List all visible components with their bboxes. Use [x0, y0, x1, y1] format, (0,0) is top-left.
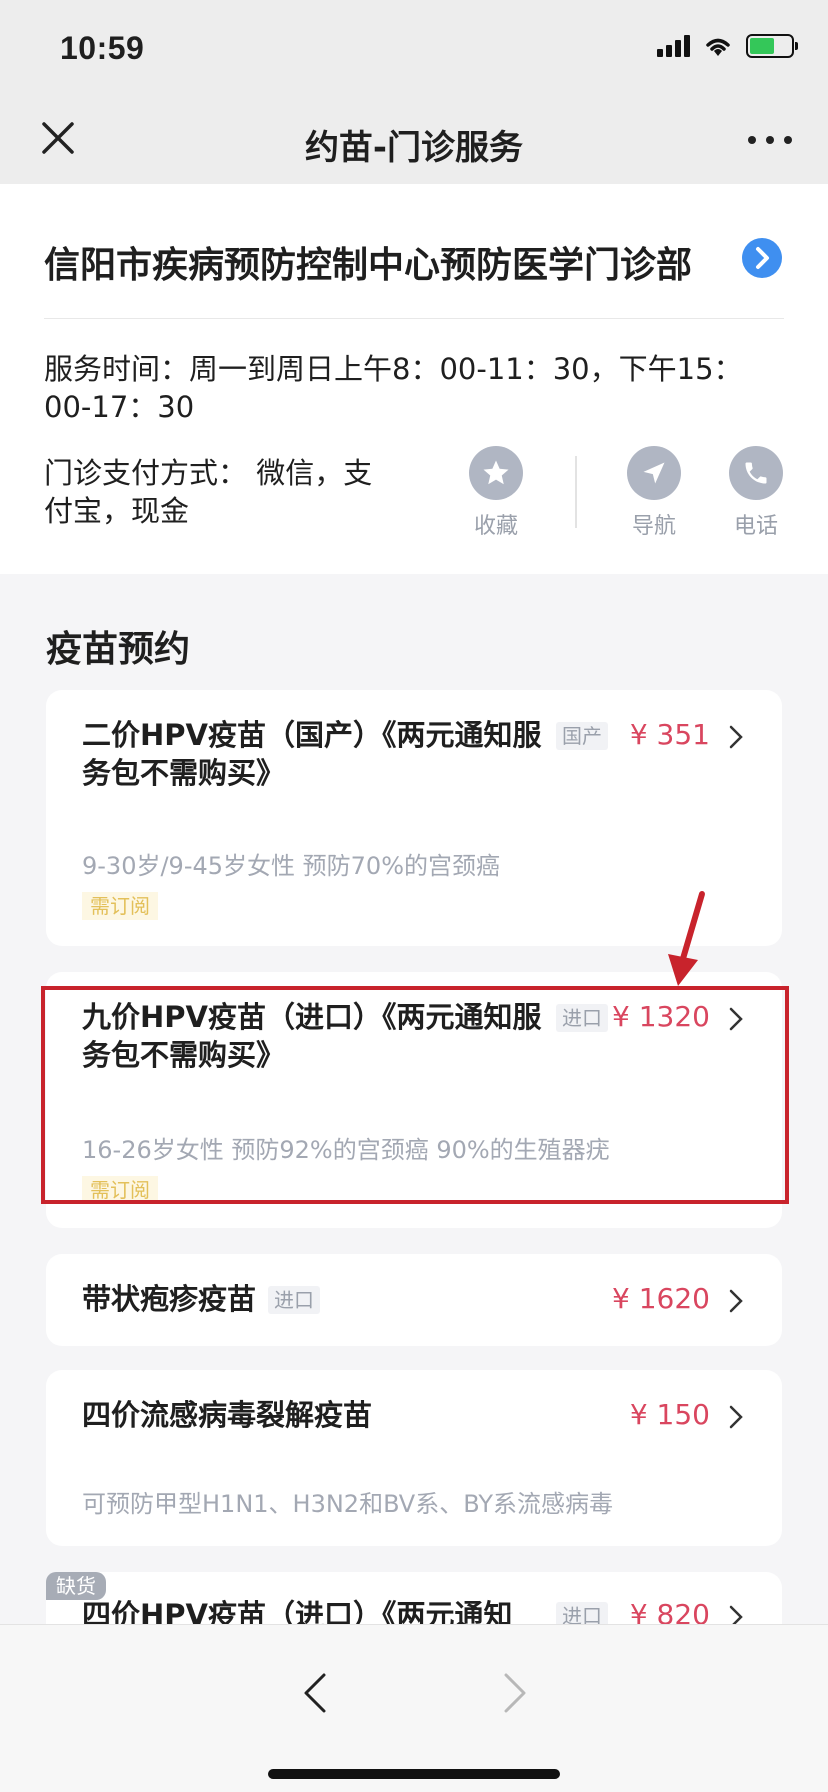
clinic-name[interactable]: 信阳市疾病预防控制中心预防医学门诊部	[44, 236, 692, 288]
chevron-right-icon	[729, 725, 743, 749]
highlight-box	[41, 986, 789, 1204]
vaccine-description: 可预防甲型H1N1、H3N2和BV系、BY系流感病毒	[82, 1490, 614, 1518]
out-of-stock-badge: 缺货	[46, 1572, 106, 1600]
nav-bar: 约苗-门诊服务	[0, 96, 828, 184]
vaccine-title: 二价HPV疫苗（国产）《两元通知服务包不需购买》	[82, 718, 542, 790]
subscribe-tag: 需订阅	[82, 892, 158, 920]
divider	[44, 318, 784, 319]
divider	[575, 456, 577, 528]
favorite-label: 收藏	[473, 514, 518, 539]
navigation-label: 导航	[631, 514, 676, 539]
vaccine-description: 9-30岁/9-45岁女性 预防70%的宫颈癌	[82, 852, 500, 880]
navigation-icon	[627, 446, 681, 500]
phone-button[interactable]: 电话	[716, 446, 796, 540]
status-bar: 10:59	[0, 0, 828, 96]
vaccine-card-flu[interactable]: 四价流感病毒裂解疫苗 ¥ 150 可预防甲型H1N1、H3N2和BV系、BY系流…	[46, 1370, 782, 1546]
origin-tag: 进口	[268, 1286, 320, 1314]
status-time: 10:59	[60, 30, 145, 66]
vaccine-card-shingles[interactable]: 带状疱疹疫苗 进口 ¥ 1620	[46, 1254, 782, 1346]
forward-arrow-icon[interactable]	[500, 1671, 530, 1715]
vaccine-title: 四价流感病毒裂解疫苗	[82, 1398, 373, 1432]
payment-methods: 门诊支付方式： 微信，支付宝，现金	[44, 456, 373, 528]
vaccine-price: ¥ 150	[629, 1398, 710, 1431]
red-arrow-annotation	[668, 891, 705, 986]
section-title: 疫苗预约	[46, 629, 191, 670]
clinic-info-card: 信阳市疾病预防控制中心预防医学门诊部 服务时间：周一到周日上午8：00-11：3…	[0, 184, 828, 574]
home-indicator	[268, 1769, 560, 1779]
bottom-toolbar	[0, 1624, 828, 1792]
battery-icon	[746, 34, 798, 58]
cellular-signal-icon	[657, 35, 690, 57]
vaccine-price: ¥ 351	[629, 718, 710, 751]
page-title: 约苗-门诊服务	[304, 128, 524, 168]
origin-tag: 国产	[556, 722, 608, 750]
clinic-detail-arrow-icon[interactable]	[742, 238, 782, 278]
star-icon	[469, 446, 523, 500]
vaccine-title: 带状疱疹疫苗	[82, 1282, 257, 1316]
navigation-button[interactable]: 导航	[614, 446, 694, 540]
phone-icon	[729, 446, 783, 500]
back-arrow-icon[interactable]	[300, 1671, 330, 1715]
more-icon[interactable]	[748, 120, 792, 160]
favorite-button[interactable]: 收藏	[456, 446, 536, 540]
phone-label: 电话	[733, 514, 778, 539]
status-icons	[657, 34, 798, 58]
service-hours: 服务时间：周一到周日上午8：00-11：30，下午15：00-17：30	[44, 352, 743, 424]
chevron-right-icon	[729, 1289, 743, 1313]
vaccine-price: ¥ 1620	[612, 1282, 710, 1315]
chevron-right-icon	[729, 1405, 743, 1429]
wifi-icon	[706, 38, 730, 56]
